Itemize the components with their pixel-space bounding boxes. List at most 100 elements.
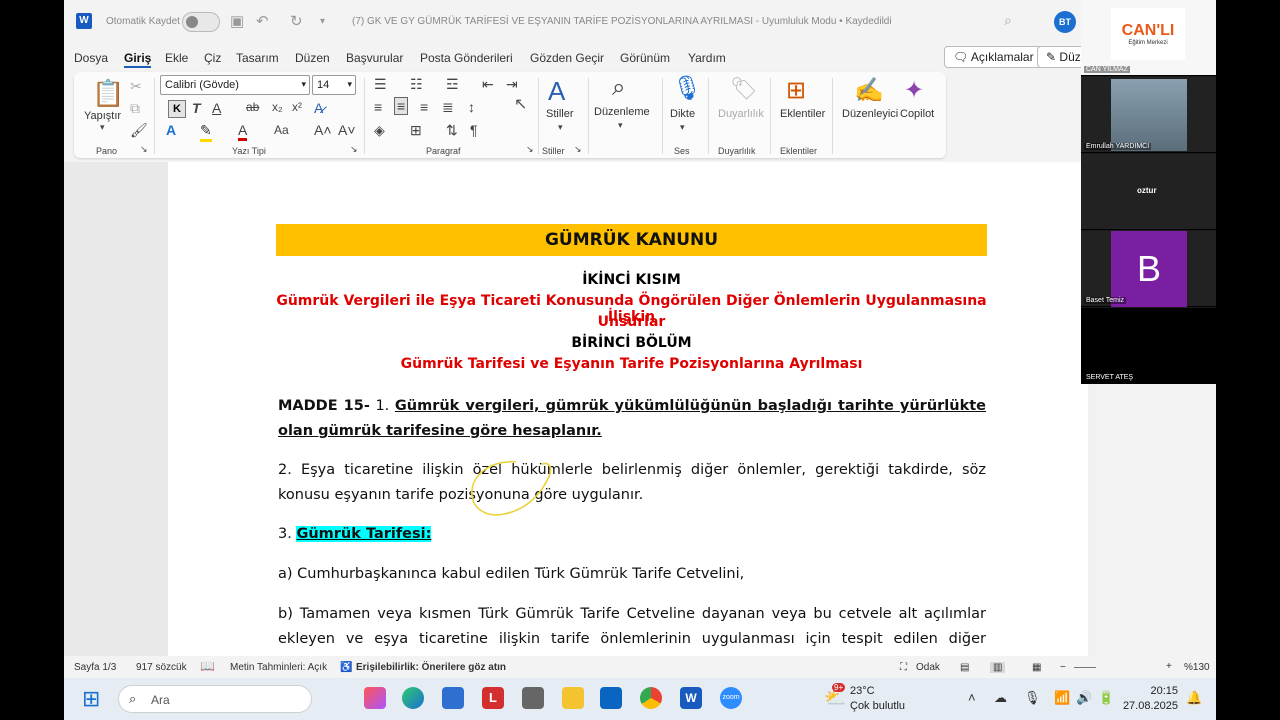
clock-time[interactable]: 20:15 xyxy=(1124,685,1178,697)
justify-icon[interactable]: ≣ xyxy=(442,99,454,116)
autosave-toggle[interactable] xyxy=(182,12,220,32)
italic-icon[interactable]: T xyxy=(192,100,201,116)
weather-description[interactable]: Çok bulutlu xyxy=(850,700,905,712)
sort-icon[interactable]: ⇅ xyxy=(446,122,458,139)
windows-start-icon[interactable]: ⊞ xyxy=(82,686,100,712)
font-name-select[interactable]: Calibri (Gövde) ▾ xyxy=(160,75,310,95)
borders-icon[interactable]: ⊞ xyxy=(410,122,422,139)
change-case-icon[interactable]: Aa xyxy=(274,123,289,137)
shrink-font-icon[interactable]: A˅ xyxy=(338,122,356,138)
chevron-down-icon[interactable]: ▾ xyxy=(680,122,685,133)
participant-tile-5[interactable]: SERVET ATEŞ xyxy=(1081,308,1216,384)
zoom-slider[interactable] xyxy=(1074,667,1096,668)
weather-temperature[interactable]: 23°C xyxy=(850,685,875,697)
tab-help[interactable]: Yardım xyxy=(688,51,726,65)
editor-label[interactable]: Düzenleyici xyxy=(842,108,898,120)
copilot-icon[interactable]: ✦ xyxy=(904,76,924,105)
paragraph-launcher-icon[interactable]: ↘ xyxy=(526,144,534,155)
line-spacing-icon[interactable]: ↕ xyxy=(468,99,475,115)
focus-label[interactable]: Odak xyxy=(916,662,940,673)
text-predictions[interactable]: Metin Tahminleri: Açık xyxy=(230,662,327,673)
document-page[interactable]: GÜMRÜK KANUNU İKİNCİ KISIM Gümrük Vergil… xyxy=(168,162,1096,672)
tab-draw[interactable]: Çiz xyxy=(204,51,221,65)
editor-icon[interactable]: ✍ xyxy=(854,76,884,105)
styles-icon[interactable]: A xyxy=(548,76,565,107)
focus-icon[interactable]: ⛶ xyxy=(900,662,907,673)
print-layout-icon[interactable]: ▥ xyxy=(990,662,1006,673)
increase-indent-icon[interactable]: ⇥ xyxy=(506,76,518,93)
participant-tile-1[interactable]: CAN'LI Eğitim Merkezi CAN YILMAZ xyxy=(1081,0,1216,76)
edge-icon[interactable] xyxy=(402,687,424,709)
clipboard-launcher-icon[interactable]: ↘ xyxy=(140,144,148,155)
paste-dropdown-icon[interactable]: ▾ xyxy=(100,122,105,133)
notification-icon[interactable]: 🔔 xyxy=(1186,690,1202,706)
redo-icon[interactable]: ↻ xyxy=(290,12,303,30)
cut-icon[interactable]: ✂ xyxy=(130,78,142,95)
tab-file[interactable]: Dosya xyxy=(74,51,108,65)
paste-icon[interactable]: 📋 xyxy=(92,78,124,109)
file-explorer-icon[interactable] xyxy=(562,687,584,709)
store-icon[interactable] xyxy=(442,687,464,709)
proofing-icon[interactable]: 📖 xyxy=(200,659,215,673)
l-app-icon[interactable]: L xyxy=(482,687,504,709)
zoom-out-icon[interactable]: − xyxy=(1060,662,1066,673)
font-color-icon[interactable]: A xyxy=(238,122,248,141)
zoom-percent[interactable]: %130 xyxy=(1184,662,1210,673)
page-count[interactable]: Sayfa 1/3 xyxy=(74,662,116,673)
show-marks-icon[interactable]: ¶ xyxy=(470,122,478,138)
word-count[interactable]: 917 sözcük xyxy=(136,662,187,673)
font-launcher-icon[interactable]: ↘ xyxy=(350,144,358,155)
tab-design[interactable]: Tasarım xyxy=(236,51,279,65)
tab-home[interactable]: Giriş xyxy=(124,51,152,68)
addins-icon[interactable]: ⊞ xyxy=(786,76,806,105)
word-taskbar-icon[interactable]: W xyxy=(680,687,702,709)
microphone-icon[interactable]: 🎙 xyxy=(672,74,702,103)
user-avatar[interactable]: BT xyxy=(1054,11,1076,33)
tab-review[interactable]: Gözden Geçir xyxy=(530,51,604,65)
multilevel-list-icon[interactable]: ☲ xyxy=(446,76,459,93)
bullets-icon[interactable]: ☰ xyxy=(374,76,387,93)
chevron-up-icon[interactable]: ˄ xyxy=(968,690,976,705)
copilot-app-icon[interactable] xyxy=(364,687,386,709)
zoom-icon[interactable]: zoom xyxy=(720,687,742,709)
chevron-down-icon[interactable]: ▾ xyxy=(618,120,623,131)
highlight-icon[interactable]: ✎ xyxy=(200,122,212,142)
shading-icon[interactable]: ◈ xyxy=(374,122,385,139)
outlook-icon[interactable] xyxy=(600,687,622,709)
web-layout-icon[interactable]: ▦ xyxy=(1032,662,1041,673)
chevron-down-icon[interactable]: ▾ xyxy=(558,122,563,133)
tab-references[interactable]: Başvurular xyxy=(346,51,403,65)
chrome-icon[interactable] xyxy=(640,687,662,709)
accessibility-icon[interactable]: ♿ xyxy=(340,662,352,673)
microphone-tray-icon[interactable]: 🎙 xyxy=(1024,690,1041,706)
font-size-select[interactable]: 14 ▾ xyxy=(312,75,356,95)
save-icon[interactable]: ▣ xyxy=(230,12,244,30)
volume-icon[interactable]: 🔊 xyxy=(1076,690,1092,706)
participant-tile-2[interactable]: Emrullah YARDIMCI xyxy=(1081,77,1216,153)
strikethrough-icon[interactable]: ab xyxy=(246,100,259,114)
read-mode-icon[interactable]: ▤ xyxy=(960,662,969,673)
subscript-icon[interactable]: x₂ xyxy=(272,100,283,114)
text-effects-icon[interactable]: A xyxy=(166,122,176,138)
format-painter-icon[interactable]: 🖌 xyxy=(130,122,148,139)
clear-formatting-icon[interactable]: A̷ xyxy=(314,100,323,116)
comments-button[interactable]: 🗨 Açıklamalar xyxy=(944,46,1043,68)
participant-tile-4[interactable]: B Baset Temiz xyxy=(1081,231,1216,307)
customize-toolbar-icon[interactable]: ▾ xyxy=(320,16,325,27)
dictate-label[interactable]: Dikte xyxy=(670,108,695,120)
zoom-in-label[interactable]: + xyxy=(1166,661,1172,672)
battery-icon[interactable]: 🔋 xyxy=(1098,690,1114,706)
find-icon[interactable]: ⌕ xyxy=(612,74,625,102)
calculator-icon[interactable] xyxy=(522,687,544,709)
underline-icon[interactable]: A xyxy=(212,100,221,116)
align-right-icon[interactable]: ≡ xyxy=(420,99,428,115)
bold-button[interactable]: K xyxy=(168,100,186,118)
tab-view[interactable]: Görünüm xyxy=(620,51,670,65)
superscript-icon[interactable]: x² xyxy=(292,100,302,114)
undo-icon[interactable]: ↶ xyxy=(256,12,269,30)
participant-tile-3[interactable]: oztur xyxy=(1081,154,1216,230)
tab-layout[interactable]: Düzen xyxy=(295,51,330,65)
addins-label[interactable]: Eklentiler xyxy=(780,108,825,120)
editing-label[interactable]: Düzenleme xyxy=(594,106,650,118)
styles-launcher-icon[interactable]: ↘ xyxy=(574,144,582,155)
